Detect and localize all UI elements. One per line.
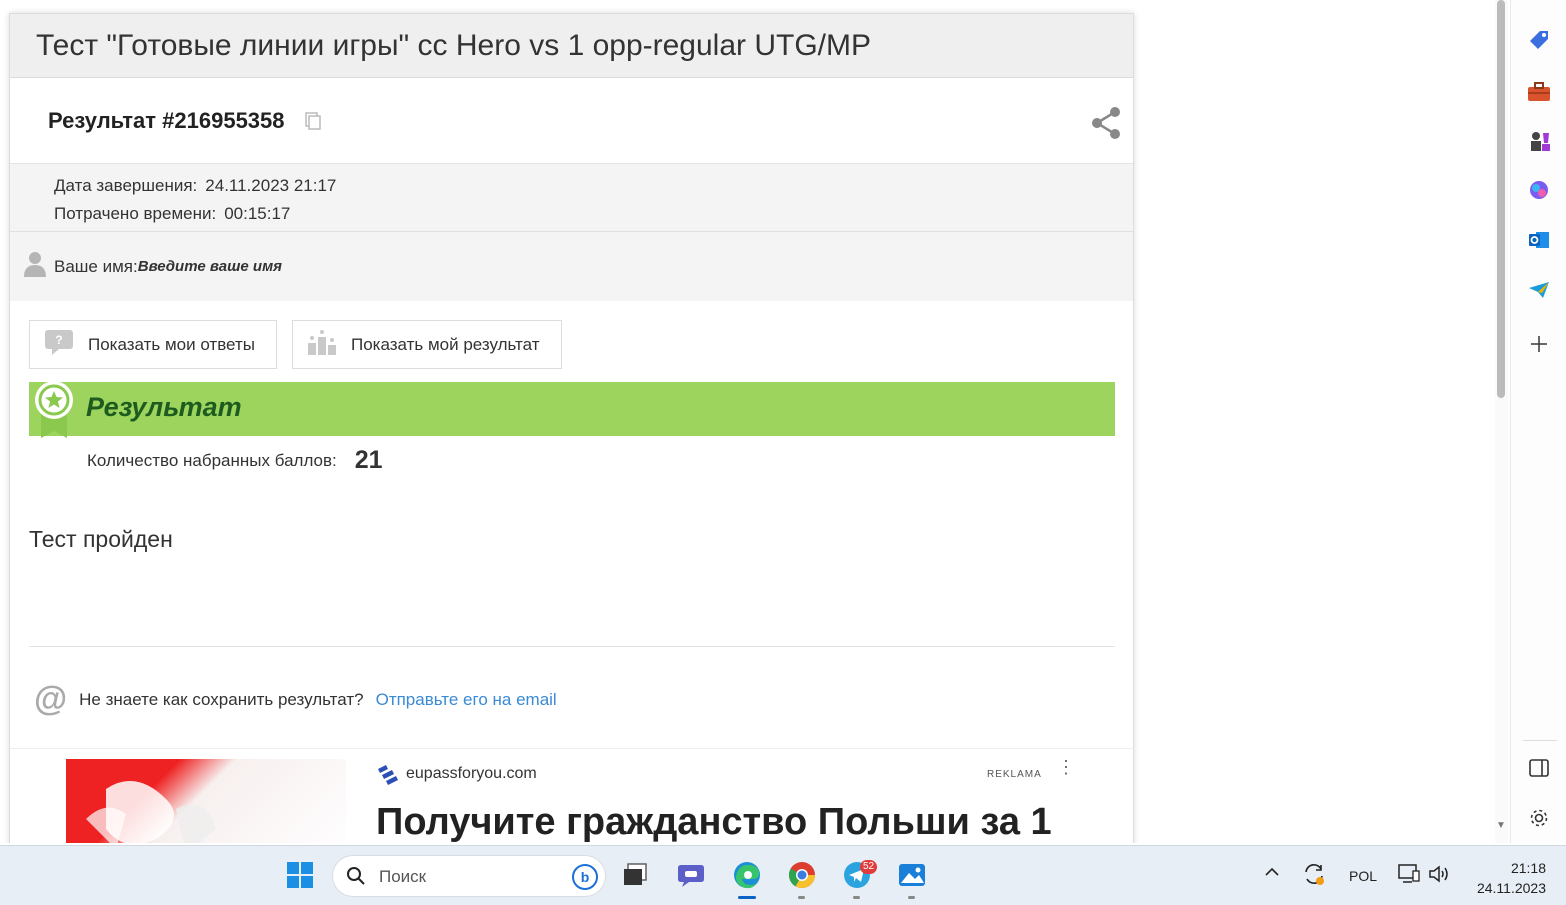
show-result-label: Показать мой результат [350,334,540,354]
clock-date: 24.11.2023 [1476,880,1546,896]
show-answers-label: Показать мои ответы [88,334,255,354]
clock[interactable]: 21:18 24.11.2023 [1470,858,1546,898]
send-email-link[interactable]: Отправьте его на email [376,690,557,710]
finish-date-row: Дата завершения: 24.11.2023 21:17 [54,172,1133,200]
chrome-running-indicator [798,896,805,899]
settings-gear-icon[interactable] [1527,806,1551,830]
ad-domain[interactable]: eupassforyou.com [406,765,537,783]
score-row: Количество набранных баллов: 21 [87,446,383,475]
question-bubble-icon: ? [44,329,74,360]
tag-icon[interactable] [1527,28,1551,52]
score-value: 21 [354,446,383,474]
chevron-up-icon[interactable] [1264,864,1280,885]
teams-chat-icon[interactable] [676,860,706,890]
ad-title[interactable]: Получите гражданство Польши за 1 [376,801,1052,843]
scroll-down-icon[interactable]: ▼ [1496,820,1506,831]
save-result-row: @ Не знаете как сохранить результат? Отп… [34,680,557,719]
network-icon[interactable] [1397,863,1421,890]
volume-icon[interactable] [1428,864,1450,889]
test-title: Тест "Готовые линии игры" cc Hero vs 1 o… [36,28,872,62]
page-scrollbar[interactable]: ▼ [1495,0,1508,843]
card-header: Тест "Готовые линии игры" cc Hero vs 1 o… [10,14,1133,78]
show-answers-button[interactable]: ? Показать мои ответы [29,320,277,369]
photos-icon[interactable] [897,860,927,890]
telegram-badge: 52 [860,860,878,874]
windows-start-icon[interactable] [285,860,315,890]
share-icon[interactable] [1091,106,1121,145]
save-question: Не знаете как сохранить результат? [79,689,364,709]
taskbar-search[interactable]: Поиск b [332,855,606,897]
task-view-icon[interactable] [620,860,650,890]
ad-image[interactable] [66,759,346,843]
browser-sidebar [1510,0,1566,843]
podium-icon [307,329,337,360]
send-icon[interactable] [1527,278,1551,302]
svg-text:?: ? [55,333,62,347]
test-passed-text: Тест пройден [29,526,173,552]
clock-time: 21:18 [1510,860,1546,876]
add-icon[interactable] [1527,332,1551,356]
windows-taskbar: Поиск b 52 POL 21:18 24.11.2023 [0,845,1566,905]
sidebar-separator [1523,740,1557,741]
browser-page: Тест "Готовые линии игры" cc Hero vs 1 o… [0,0,1495,843]
divider [29,646,1115,647]
sidebar-toggle-icon[interactable] [1527,756,1551,780]
edge-browser-icon[interactable] [732,860,762,890]
name-label: Ваше имя: [54,256,138,276]
bing-icon[interactable]: b [571,863,599,896]
language-indicator[interactable]: POL [1349,868,1377,884]
scrollbar-thumb[interactable] [1497,0,1505,398]
time-spent-label: Потрачено времени: [54,204,217,223]
result-banner: Результат [29,381,1115,438]
result-card: Тест "Готовые линии игры" cc Hero vs 1 o… [9,13,1134,843]
search-icon [346,866,366,891]
outlook-icon[interactable] [1527,228,1551,252]
ad-label: REKLAMA [987,769,1042,780]
copilot-icon[interactable] [1527,178,1551,202]
result-meta: Дата завершения: 24.11.2023 21:17 Потраче… [10,164,1133,232]
result-header: Результат #216955358 [10,78,1133,164]
at-sign-icon: @ [34,680,68,718]
toolbox-icon[interactable] [1527,79,1551,103]
time-spent-value: 00:15:17 [224,204,291,223]
ad-menu-icon[interactable]: ⋮ [1057,758,1075,776]
time-spent-row: Потрачено времени: 00:15:17 [54,200,1133,228]
result-title: Результат [86,392,242,422]
photos-running-indicator [908,896,915,899]
finish-date-label: Дата завершения: [54,176,198,195]
name-input[interactable]: Введите ваше имя [138,258,282,275]
svg-text:b: b [581,869,590,885]
show-result-button[interactable]: Показать мой результат [291,320,562,369]
search-placeholder: Поиск [379,867,427,886]
edge-active-indicator [738,896,756,899]
award-badge-icon [33,374,75,445]
result-number: Результат #216955358 [48,107,285,133]
score-label: Количество набранных баллов: [87,450,337,470]
chess-games-icon[interactable] [1527,129,1551,153]
advertisement[interactable]: eupassforyou.com REKLAMA ⋮ Получите граж… [10,748,1133,843]
chrome-icon[interactable] [787,860,817,890]
name-row: Ваше имя: Введите ваше имя [10,232,1133,301]
telegram-running-indicator [853,896,860,899]
finish-date-value: 24.11.2023 21:17 [205,176,337,195]
user-icon [24,251,46,282]
sync-icon[interactable] [1302,862,1326,891]
ad-logo-icon [376,765,398,790]
action-buttons: ? Показать мои ответы Показать мой резул… [10,301,1133,369]
copy-icon[interactable] [304,111,321,130]
